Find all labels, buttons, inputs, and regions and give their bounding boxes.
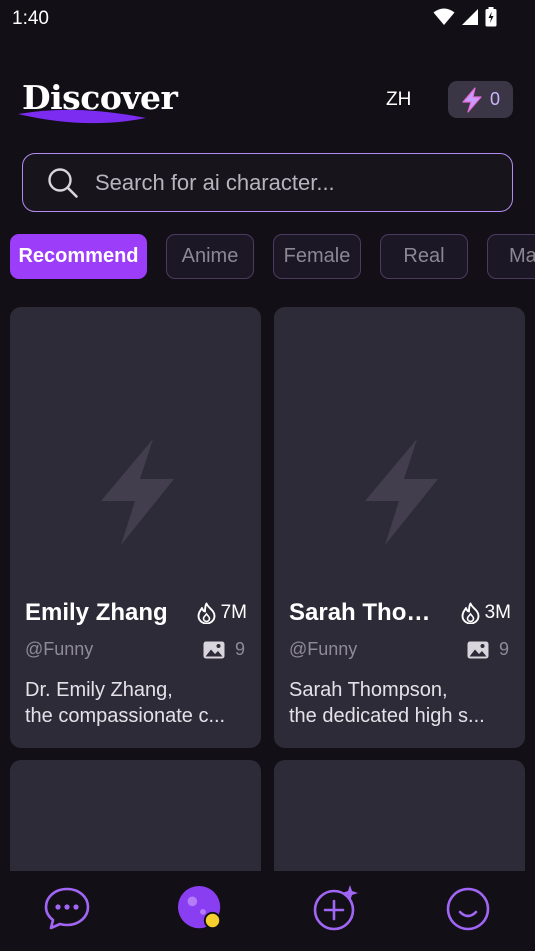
nav-profile[interactable] (444, 885, 492, 933)
card-photo-count: 9 (467, 639, 509, 660)
card-photo-count-value: 9 (234, 639, 245, 659)
nav-create[interactable] (311, 885, 359, 933)
card-description: Sarah Thompson, the dedicated high s... (289, 677, 515, 729)
status-time: 1:40 (12, 8, 49, 29)
card-description: Dr. Emily Zhang, the compassionate c... (25, 677, 251, 729)
status-bar: 1:40 (0, 0, 535, 36)
card-description-line: Dr. Emily Zhang, (25, 679, 173, 701)
search-input[interactable] (95, 168, 495, 198)
status-icons (433, 7, 497, 27)
signal-icon (462, 9, 478, 25)
card-name: Sarah Thompson (289, 599, 449, 626)
language-toggle-button[interactable]: ZH (386, 89, 411, 111)
card-hot-count: 7M (220, 602, 247, 623)
profile-smile-icon (446, 887, 490, 931)
tab-recommend[interactable]: Recommend (10, 234, 147, 279)
page-title-logo: Discover (16, 76, 186, 128)
fire-icon (461, 602, 480, 624)
fire-icon (197, 602, 216, 624)
card-tag: @Funny (25, 639, 94, 659)
card-photo-count: 9 (203, 639, 245, 660)
page-title: Discover (22, 78, 178, 117)
image-placeholder-lightning-icon (365, 439, 438, 545)
battery-icon (485, 7, 497, 27)
nav-discover[interactable] (177, 885, 225, 933)
search-bar[interactable] (22, 153, 513, 212)
character-card[interactable]: Sarah Thompson 3M @Funny 9 Sarah Thompso… (274, 307, 525, 748)
card-photo-count-value: 9 (498, 639, 509, 659)
card-description-line: Sarah Thompson, (289, 679, 448, 701)
discover-planet-icon (177, 885, 222, 930)
energy-count: 0 (490, 89, 501, 109)
chat-icon (44, 887, 90, 930)
card-tag: @Funny (289, 639, 358, 659)
card-description-line: the compassionate c... (25, 705, 226, 727)
image-gallery-icon (203, 641, 225, 658)
image-gallery-icon (467, 641, 489, 658)
wifi-icon (433, 8, 455, 25)
card-popularity: 3M (461, 602, 511, 624)
category-tabs: Recommend Anime Female Real Ma (10, 234, 535, 280)
tab-female[interactable]: Female (273, 234, 361, 279)
image-placeholder-lightning-icon (101, 439, 174, 545)
card-hot-count: 3M (484, 602, 511, 623)
card-name: Emily Zhang (25, 599, 168, 626)
nav-chat[interactable] (43, 885, 91, 933)
character-card[interactable]: Emily Zhang 7M @Funny 9 Dr. Emily Zhang,… (10, 307, 261, 748)
card-popularity: 7M (197, 602, 247, 624)
create-plus-icon (313, 885, 358, 931)
tab-real[interactable]: Real (380, 234, 468, 279)
lightning-icon (462, 86, 482, 113)
search-icon (48, 168, 78, 198)
bottom-navigation (0, 871, 535, 951)
energy-balance-button[interactable]: 0 (448, 81, 513, 118)
tab-ma[interactable]: Ma (487, 234, 535, 279)
tab-anime[interactable]: Anime (166, 234, 254, 279)
card-description-line: the dedicated high s... (289, 705, 485, 727)
